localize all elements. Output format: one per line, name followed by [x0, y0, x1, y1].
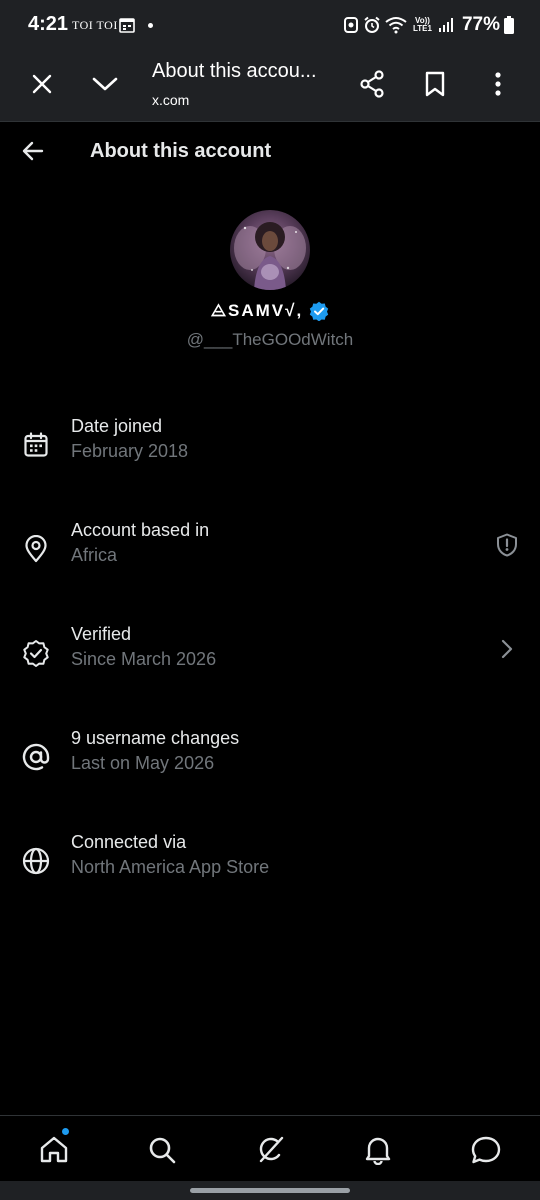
page-title: About this account — [90, 140, 272, 162]
nav-grok[interactable] — [248, 1128, 292, 1172]
notification-dot — [148, 23, 153, 28]
battery-icon — [504, 16, 514, 34]
home-notification-dot — [62, 1128, 69, 1135]
info-subtitle: Since March 2026 — [71, 649, 217, 669]
nav-home[interactable] — [32, 1128, 76, 1172]
info-subtitle: Last on May 2026 — [71, 753, 215, 773]
alarm-icon — [364, 16, 380, 33]
verified-badge-icon — [309, 301, 329, 321]
home-icon — [40, 1136, 68, 1163]
wifi-icon — [385, 17, 407, 34]
share-icon — [360, 70, 384, 98]
messages-icon — [471, 1136, 501, 1164]
verified-badge-outline-icon — [20, 637, 52, 669]
info-username-changes: 9 username changes Last on May 2026 — [0, 728, 540, 808]
info-title: Verified — [71, 624, 132, 644]
more-vertical-icon — [495, 72, 501, 96]
status-bar: 4:21 TOI TOI Vo)) LTE1 77% — [0, 0, 540, 50]
share-button[interactable] — [352, 64, 392, 104]
home-gesture-handle[interactable] — [190, 1188, 350, 1193]
info-verified[interactable]: Verified Since March 2026 — [0, 624, 540, 704]
avatar-image — [234, 222, 306, 290]
globe-icon — [20, 845, 52, 877]
at-sign-icon — [20, 741, 52, 773]
avatar[interactable] — [230, 210, 310, 290]
calendar-notification-icon — [119, 18, 135, 33]
browser-url: x.com — [152, 92, 190, 108]
display-name-row: ⨺SAMV√, — [0, 301, 540, 321]
volte-bottom-label: LTE1 — [413, 24, 432, 33]
nav-messages[interactable] — [464, 1128, 508, 1172]
nav-notifications[interactable] — [356, 1128, 400, 1172]
info-title: Account based in — [71, 520, 210, 540]
page-header: About this account — [0, 122, 540, 182]
volte-indicator: Vo)) LTE1 — [413, 17, 432, 33]
info-connected-via: Connected via North America App Store — [0, 832, 540, 912]
notifications-bell-icon — [365, 1137, 391, 1165]
close-icon — [32, 74, 52, 94]
bookmark-icon — [425, 71, 445, 97]
grok-icon — [259, 1136, 284, 1163]
location-pin-icon — [20, 533, 52, 565]
status-carrier: TOI TOI — [72, 18, 118, 32]
bookmark-button[interactable] — [415, 64, 455, 104]
chevron-down-icon — [92, 77, 118, 91]
status-icons: Vo)) LTE1 77% — [343, 12, 514, 38]
info-title: 9 username changes — [71, 728, 240, 748]
shield-alert-icon[interactable] — [494, 532, 520, 558]
calendar-icon — [20, 429, 52, 461]
back-button[interactable] — [14, 132, 52, 170]
search-icon — [149, 1137, 176, 1164]
lock-status-icon — [344, 17, 358, 33]
nav-search[interactable] — [140, 1128, 184, 1172]
arrow-left-icon — [22, 141, 44, 161]
chevron-right-icon[interactable] — [494, 636, 520, 662]
bottom-navigation — [0, 1115, 540, 1182]
status-time: 4:21 — [28, 13, 69, 35]
display-name: ⨺SAMV√, — [210, 301, 304, 320]
browser-page-title: About this accou... — [152, 60, 317, 82]
profile-handle: @___TheGOOdWitch — [186, 330, 354, 349]
info-subtitle: Africa — [71, 545, 118, 565]
info-title: Date joined — [71, 416, 163, 436]
signal-icon — [438, 18, 453, 32]
system-gesture-bar — [0, 1181, 540, 1200]
info-subtitle: February 2018 — [71, 441, 189, 461]
close-tab-button[interactable] — [22, 64, 62, 104]
minimize-button[interactable] — [85, 64, 125, 104]
more-options-button[interactable] — [478, 64, 518, 104]
info-subtitle: North America App Store — [71, 857, 270, 877]
browser-toolbar: About this accou... x.com — [0, 50, 540, 121]
info-account-based-in: Account based in Africa — [0, 520, 540, 600]
info-title: Connected via — [71, 832, 187, 852]
battery-level: 77% — [461, 14, 500, 35]
info-date-joined: Date joined February 2018 — [0, 416, 540, 496]
